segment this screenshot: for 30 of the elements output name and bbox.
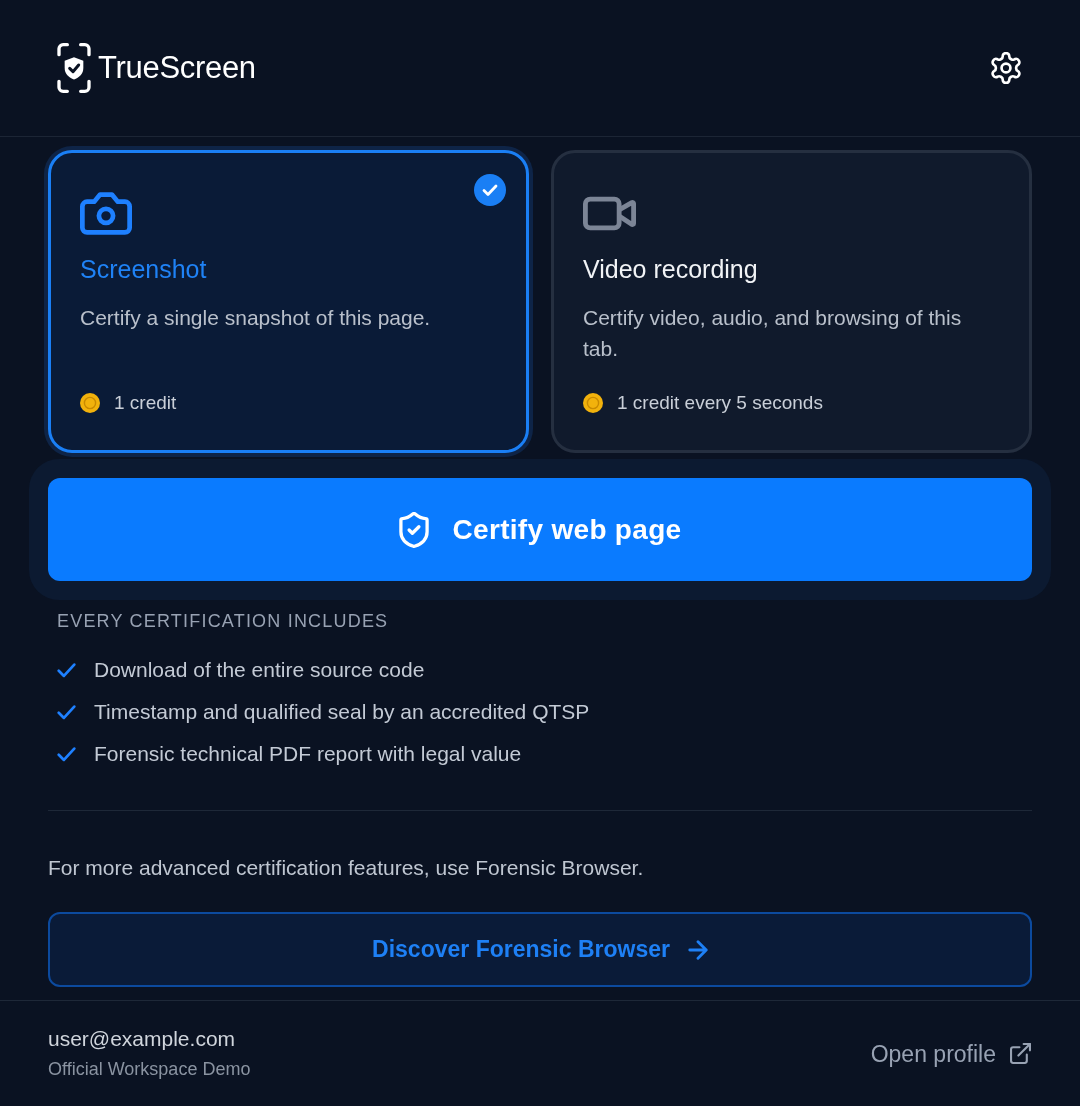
feature-text: Forensic technical PDF report with legal value [94,741,522,767]
credit-cost: 1 credit every 5 seconds [617,391,823,415]
promo-text: For more advanced certification features, use Forensic Browser. [48,855,645,881]
coin-icon [80,393,100,413]
logo-text: TrueScreen [98,50,256,86]
settings-icon[interactable] [990,52,1022,84]
camera-icon [80,191,132,235]
shield-check-frame-icon [57,43,91,93]
mode-title: Screenshot [80,254,207,284]
mode-description: Certify video, audio, and browsing of this tab. [583,305,963,362]
discover-button[interactable]: Discover Forensic Browser [48,912,1032,987]
user-email: user@example.com [48,1026,237,1052]
video-camera-icon [583,195,636,231]
mode-option-card[interactable]: Video recording Certify video, audio, and browsing of this tab. 1 credit every 5 seconds [551,150,1032,453]
workspace-name: Official Workspace Demo [48,1058,251,1081]
check-icon [57,662,76,678]
check-circle-icon [474,174,506,206]
feature-text: Timestamp and qualified seal by an accredited QTSP [94,699,590,725]
mode-title: Video recording [583,254,758,284]
mode-description: Certify a single snapshot of this page. [80,305,431,331]
credit-cost: 1 credit [114,391,177,415]
check-icon [57,746,76,762]
coin-icon [583,393,603,413]
check-icon [57,704,76,720]
open-profile-link[interactable]: Open profile [870,1039,1031,1068]
external-link-icon [1010,1043,1031,1064]
arrow-right-icon [687,939,708,960]
section-heading: EVERY CERTIFICATION INCLUDES [57,610,390,632]
shield-check-icon [398,511,429,548]
feature-text: Download of the entire source code [94,657,425,683]
